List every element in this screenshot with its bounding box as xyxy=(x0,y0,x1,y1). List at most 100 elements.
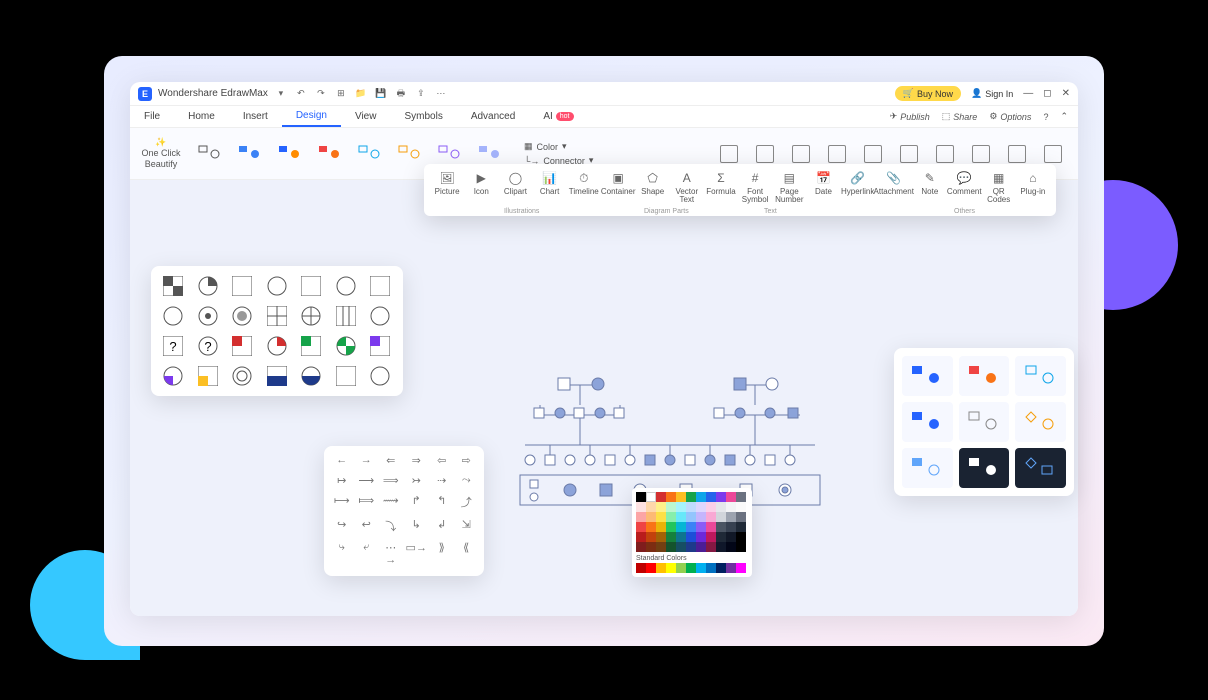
theme-style[interactable] xyxy=(194,140,226,168)
color-swatch[interactable] xyxy=(706,522,716,532)
color-swatch[interactable] xyxy=(696,492,706,502)
symbol[interactable] xyxy=(332,364,360,388)
color-swatch[interactable] xyxy=(736,512,746,522)
color-swatch[interactable] xyxy=(686,502,696,512)
arrow-icon[interactable]: ↰ xyxy=(432,494,452,512)
symbol[interactable] xyxy=(297,364,325,388)
arrow-icon[interactable]: ⤷ xyxy=(332,541,352,568)
open-icon[interactable]: 📁 xyxy=(354,87,368,101)
dropdown-icon[interactable]: ▾ xyxy=(274,87,288,101)
color-swatch[interactable] xyxy=(696,512,706,522)
theme-style[interactable] xyxy=(234,140,266,168)
color-swatch[interactable] xyxy=(686,492,696,502)
menu-symbols[interactable]: Symbols xyxy=(390,106,456,127)
color-swatch[interactable] xyxy=(716,542,726,552)
glyph-icon[interactable] xyxy=(1008,145,1026,163)
arrow-icon[interactable]: ⋯→ xyxy=(381,541,401,568)
color-swatch[interactable] xyxy=(716,512,726,522)
color-swatch[interactable] xyxy=(706,542,716,552)
insert-note[interactable]: ✎Note xyxy=(913,168,947,196)
symbol[interactable] xyxy=(332,304,360,328)
color-swatch[interactable] xyxy=(706,492,716,502)
arrow-icon[interactable]: ⟪ xyxy=(456,541,476,568)
arrow-icon[interactable]: ⟿ xyxy=(381,494,401,512)
symbol[interactable] xyxy=(228,304,256,328)
arrow-icon[interactable]: ↦ xyxy=(332,474,352,489)
color-swatch[interactable] xyxy=(666,522,676,532)
glyph-icon[interactable] xyxy=(972,145,990,163)
symbol[interactable] xyxy=(228,274,256,298)
color-swatch[interactable] xyxy=(686,532,696,542)
glyph-icon[interactable] xyxy=(864,145,882,163)
color-swatch[interactable] xyxy=(676,492,686,502)
color-swatch[interactable] xyxy=(636,512,646,522)
arrow-icon[interactable]: ← xyxy=(332,454,352,469)
arrow-icon[interactable]: ⇢ xyxy=(432,474,452,489)
color-swatch[interactable] xyxy=(676,532,686,542)
color-swatch[interactable] xyxy=(636,542,646,552)
symbol[interactable] xyxy=(159,304,187,328)
color-swatch[interactable] xyxy=(636,522,646,532)
options-button[interactable]: ⚙ Options xyxy=(989,111,1031,122)
color-swatch[interactable] xyxy=(676,563,686,573)
symbol[interactable] xyxy=(332,334,360,358)
symbol[interactable] xyxy=(332,274,360,298)
insert-icon[interactable]: ▶Icon xyxy=(464,168,498,196)
style-preset[interactable] xyxy=(959,356,1010,396)
arrow-icon[interactable]: ⇦ xyxy=(432,454,452,469)
color-swatch[interactable] xyxy=(636,532,646,542)
style-preset[interactable] xyxy=(959,448,1010,488)
color-swatch[interactable] xyxy=(696,542,706,552)
color-swatch[interactable] xyxy=(646,492,656,502)
symbol[interactable] xyxy=(366,304,394,328)
color-swatch[interactable] xyxy=(696,522,706,532)
symbol[interactable]: ? xyxy=(159,334,187,358)
arrow-icon[interactable]: ▭→ xyxy=(406,541,427,568)
color-swatch[interactable] xyxy=(726,542,736,552)
color-swatch[interactable] xyxy=(736,542,746,552)
symbol[interactable] xyxy=(159,274,187,298)
insert-qr[interactable]: ▦QR Codes xyxy=(982,168,1016,204)
insert-comment[interactable]: 💬Comment xyxy=(947,168,982,196)
insert-hyperlink[interactable]: 🔗Hyperlink xyxy=(841,168,875,196)
color-swatch[interactable] xyxy=(706,512,716,522)
symbol[interactable] xyxy=(228,364,256,388)
glyph-icon[interactable] xyxy=(828,145,846,163)
insert-vector-text[interactable]: AVector Text xyxy=(670,168,704,204)
minimize-icon[interactable]: — xyxy=(1023,88,1033,99)
arrow-icon[interactable]: ↣ xyxy=(406,474,427,489)
color-swatch[interactable] xyxy=(696,502,706,512)
color-swatch[interactable] xyxy=(656,492,666,502)
print-icon[interactable]: 🖶 xyxy=(394,87,408,101)
insert-container[interactable]: ▣Container xyxy=(601,168,636,196)
color-swatch[interactable] xyxy=(726,512,736,522)
symbol[interactable] xyxy=(263,304,291,328)
insert-clipart[interactable]: ◯Clipart xyxy=(498,168,532,196)
color-swatch[interactable] xyxy=(706,563,716,573)
style-preset[interactable] xyxy=(1015,402,1066,442)
redo-icon[interactable]: ↷ xyxy=(314,87,328,101)
color-swatch[interactable] xyxy=(656,502,666,512)
style-preset[interactable] xyxy=(902,402,953,442)
color-swatch[interactable] xyxy=(656,563,666,573)
arrow-icon[interactable]: ⇨ xyxy=(456,454,476,469)
theme-style[interactable] xyxy=(274,140,306,168)
insert-plugin[interactable]: ⌂Plug-in xyxy=(1016,168,1050,196)
glyph-icon[interactable] xyxy=(792,145,810,163)
menu-insert[interactable]: Insert xyxy=(229,106,282,127)
arrow-icon[interactable]: ⇲ xyxy=(456,518,476,536)
color-swatch[interactable] xyxy=(646,502,656,512)
symbol[interactable] xyxy=(194,274,222,298)
arrow-icon[interactable]: ⇒ xyxy=(406,454,427,469)
color-swatch[interactable] xyxy=(636,502,646,512)
insert-shape[interactable]: ⬠Shape xyxy=(636,168,670,196)
color-swatch[interactable] xyxy=(726,522,736,532)
glyph-icon[interactable] xyxy=(1044,145,1062,163)
arrow-icon[interactable]: ↩ xyxy=(357,518,377,536)
symbol[interactable] xyxy=(263,364,291,388)
color-swatch[interactable] xyxy=(676,522,686,532)
color-swatch[interactable] xyxy=(736,532,746,542)
arrow-icon[interactable]: ⟶ xyxy=(357,474,377,489)
insert-chart[interactable]: 📊Chart xyxy=(533,168,567,196)
color-swatch[interactable] xyxy=(676,502,686,512)
